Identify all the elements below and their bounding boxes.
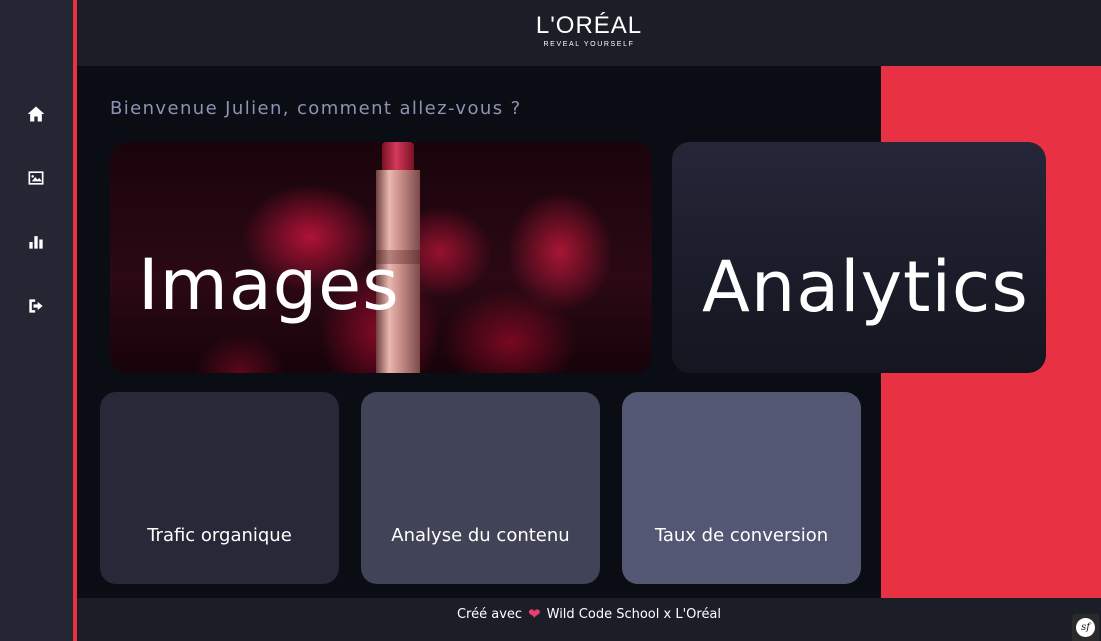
symfony-icon: sf <box>1076 618 1095 637</box>
metric-card-label: Analyse du contenu <box>391 525 570 546</box>
brand-tagline: REVEAL YOURSELF <box>543 41 635 48</box>
analytics-card[interactable] <box>672 142 1046 373</box>
metric-card-label: Trafic organique <box>147 525 292 546</box>
welcome-message: Bienvenue Julien, comment allez-vous ? <box>110 98 522 119</box>
sidebar <box>0 0 73 641</box>
footer: Créé avec ❤ Wild Code School x L'Oréal <box>77 598 1101 641</box>
brand-logo[interactable]: L'ORÉAL REVEAL YOURSELF <box>77 14 1101 50</box>
sidebar-accent-border <box>73 0 77 641</box>
footer-prefix: Créé avec <box>456 607 523 622</box>
header: L'ORÉAL REVEAL YOURSELF <box>77 0 1101 66</box>
sidebar-item-analytics[interactable] <box>24 230 48 254</box>
metric-card-organic-traffic[interactable]: Trafic organique <box>100 392 339 584</box>
sidebar-item-images[interactable] <box>24 166 48 190</box>
metric-card-label: Taux de conversion <box>654 525 829 546</box>
brand-name: L'ORÉAL <box>535 12 643 39</box>
home-icon <box>27 106 45 122</box>
images-card[interactable]: Images <box>110 142 652 373</box>
sidebar-item-logout[interactable] <box>24 294 48 318</box>
logout-icon <box>29 299 43 313</box>
heart-icon: ❤ <box>528 605 541 623</box>
metric-card-content-analysis[interactable]: Analyse du contenu <box>361 392 600 584</box>
symfony-debug-toolbar-toggle[interactable]: sf <box>1072 614 1099 641</box>
app-root: L'ORÉAL REVEAL YOURSELF Bienvenue Julien… <box>0 0 1101 641</box>
image-icon <box>28 171 44 185</box>
sidebar-item-home[interactable] <box>24 102 48 126</box>
footer-suffix: Wild Code School x L'Oréal <box>546 607 722 622</box>
metric-card-conversion-rate[interactable]: Taux de conversion <box>622 392 861 584</box>
footer-credits: Créé avec ❤ Wild Code School x L'Oréal <box>77 605 1101 623</box>
images-card-title: Images <box>138 244 400 326</box>
bar-chart-icon <box>29 236 43 249</box>
